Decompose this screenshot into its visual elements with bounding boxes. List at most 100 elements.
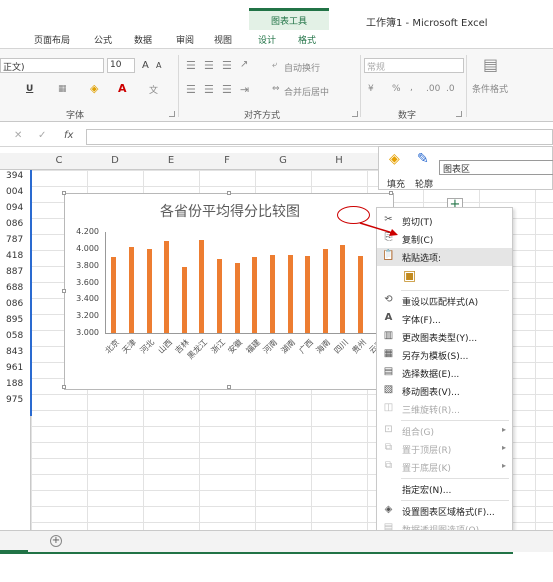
cell-value[interactable]: 975 <box>6 395 23 405</box>
border-icon[interactable]: ▦ <box>58 84 67 94</box>
cell-value[interactable]: 843 <box>6 347 23 357</box>
wrap-text-icon[interactable]: ⤶ <box>272 60 277 70</box>
fill-button[interactable]: 填充 <box>387 177 405 190</box>
cell-value[interactable]: 887 <box>6 267 23 277</box>
column-header[interactable]: E <box>143 155 199 166</box>
menu-item-reset-style[interactable]: ⟲ 重设以匹配样式(A) <box>377 292 512 310</box>
cell-value[interactable]: 004 <box>6 187 23 197</box>
indent-icon[interactable]: ⇥ <box>240 83 249 96</box>
chart-bar[interactable] <box>358 256 364 333</box>
merge-center-button[interactable]: 合并后居中 <box>284 85 329 98</box>
cell-value[interactable]: 895 <box>6 315 23 325</box>
cell-value[interactable]: 086 <box>6 219 23 229</box>
align-middle-icon[interactable]: ☰ <box>204 59 214 72</box>
number-format-select[interactable]: 常规 <box>364 58 464 73</box>
column-header[interactable]: F <box>199 155 255 166</box>
chart-bar[interactable] <box>164 241 170 333</box>
menu-item-cut[interactable]: ✂ 剪切(T) <box>377 212 512 230</box>
chart-bar[interactable] <box>305 256 311 333</box>
cell-value[interactable]: 188 <box>6 379 23 389</box>
underline-button[interactable]: U <box>26 84 33 94</box>
resize-handle[interactable] <box>389 191 393 195</box>
wrap-text-button[interactable]: 自动换行 <box>284 61 320 74</box>
chart-bar[interactable] <box>217 258 223 333</box>
tab-formulas[interactable]: 公式 <box>94 33 112 46</box>
cell-value[interactable]: 394 <box>6 171 23 181</box>
decrease-decimal-icon[interactable]: .0 <box>446 84 455 94</box>
insert-function-icon[interactable]: fx <box>64 130 73 141</box>
chart-bar[interactable] <box>322 248 328 333</box>
font-size-select[interactable]: 10 <box>107 58 135 73</box>
menu-item-font[interactable]: A 字体(F)... <box>377 310 512 328</box>
chart-bar[interactable] <box>128 247 134 333</box>
number-launcher-icon[interactable] <box>456 111 462 117</box>
percent-button[interactable]: % <box>392 84 401 94</box>
grow-font-button[interactable]: A <box>142 60 149 71</box>
menu-item-paste-button[interactable]: ▣ <box>377 266 512 288</box>
font-launcher-icon[interactable] <box>169 111 175 117</box>
merge-icon[interactable]: ⇔ <box>272 84 280 94</box>
clipboard-icon[interactable]: ▣ <box>403 268 416 284</box>
cell-value[interactable]: 787 <box>6 235 23 245</box>
chart-bar[interactable] <box>181 266 187 333</box>
phonetic-icon[interactable]: 文 <box>149 83 158 96</box>
chart-bar[interactable] <box>252 257 258 333</box>
resize-handle[interactable] <box>62 289 66 293</box>
tab-design[interactable]: 设计 <box>258 33 276 46</box>
font-color-icon[interactable]: A <box>118 82 127 95</box>
chart-bar[interactable] <box>234 263 240 333</box>
menu-item-format-chart-area[interactable]: ◈ 设置图表区域格式(F)... <box>377 502 512 520</box>
cancel-icon[interactable]: ✕ <box>14 130 22 141</box>
chart-bar[interactable] <box>287 254 293 333</box>
tab-data[interactable]: 数据 <box>134 33 152 46</box>
partial-column-b[interactable]: 394 004 094 086 787 418 887 688 086 895 … <box>0 170 31 530</box>
orientation-icon[interactable]: ↗ <box>240 59 248 70</box>
currency-icon[interactable]: ¥ <box>368 84 374 94</box>
cell-value[interactable]: 058 <box>6 331 23 341</box>
column-header[interactable]: C <box>31 155 87 166</box>
outline-pen-icon[interactable]: ✎ <box>417 151 429 167</box>
menu-item-move-chart[interactable]: ▧ 移动图表(V)... <box>377 382 512 400</box>
tab-review[interactable]: 审阅 <box>176 33 194 46</box>
tab-page-layout[interactable]: 页面布局 <box>34 33 70 46</box>
chart-bar[interactable] <box>199 239 205 333</box>
fill-color-icon[interactable]: ◈ <box>90 82 98 95</box>
resize-handle[interactable] <box>227 191 231 195</box>
menu-item-assign-macro[interactable]: 指定宏(N)... <box>377 480 512 498</box>
align-center-icon[interactable]: ☰ <box>204 83 214 96</box>
resize-handle[interactable] <box>227 385 231 389</box>
align-right-icon[interactable]: ☰ <box>222 83 232 96</box>
formula-input[interactable] <box>86 129 553 145</box>
outline-button[interactable]: 轮廓 <box>415 177 433 190</box>
column-header[interactable]: G <box>255 155 311 166</box>
chart-element-select[interactable]: 图表区 <box>439 160 553 175</box>
column-header[interactable]: D <box>87 155 143 166</box>
fill-bucket-icon[interactable]: ◈ <box>389 151 400 167</box>
column-header[interactable]: H <box>311 155 367 166</box>
increase-decimal-icon[interactable]: .00 <box>426 84 440 94</box>
cell-value[interactable]: 418 <box>6 251 23 261</box>
cell-value[interactable]: 688 <box>6 283 23 293</box>
shrink-font-button[interactable]: A <box>156 61 161 70</box>
active-sheet-tab[interactable] <box>0 530 28 552</box>
cell-value[interactable]: 094 <box>6 203 23 213</box>
menu-item-save-template[interactable]: ▦ 另存为模板(S)... <box>377 346 512 364</box>
menu-item-copy[interactable]: ⎘ 复制(C) <box>377 230 512 248</box>
conditional-format-icon[interactable]: ▤ <box>483 55 498 74</box>
align-top-icon[interactable]: ☰ <box>186 59 196 72</box>
alignment-launcher-icon[interactable] <box>352 111 358 117</box>
cell-value[interactable]: 961 <box>6 363 23 373</box>
align-left-icon[interactable]: ☰ <box>186 83 196 96</box>
tab-view[interactable]: 视图 <box>214 33 232 46</box>
font-name-select[interactable]: 正文) <box>0 58 104 73</box>
resize-handle[interactable] <box>62 191 66 195</box>
comma-button[interactable]: , <box>410 83 413 93</box>
tab-format[interactable]: 格式 <box>298 33 316 46</box>
chart-bar[interactable] <box>111 257 117 333</box>
conditional-format-button[interactable]: 条件格式 <box>472 82 508 95</box>
enter-icon[interactable]: ✓ <box>38 130 46 141</box>
menu-item-change-chart-type[interactable]: ▥ 更改图表类型(Y)... <box>377 328 512 346</box>
align-bottom-icon[interactable]: ☰ <box>222 59 232 72</box>
chart-bar[interactable] <box>146 248 152 333</box>
chart-bar[interactable] <box>269 254 275 333</box>
